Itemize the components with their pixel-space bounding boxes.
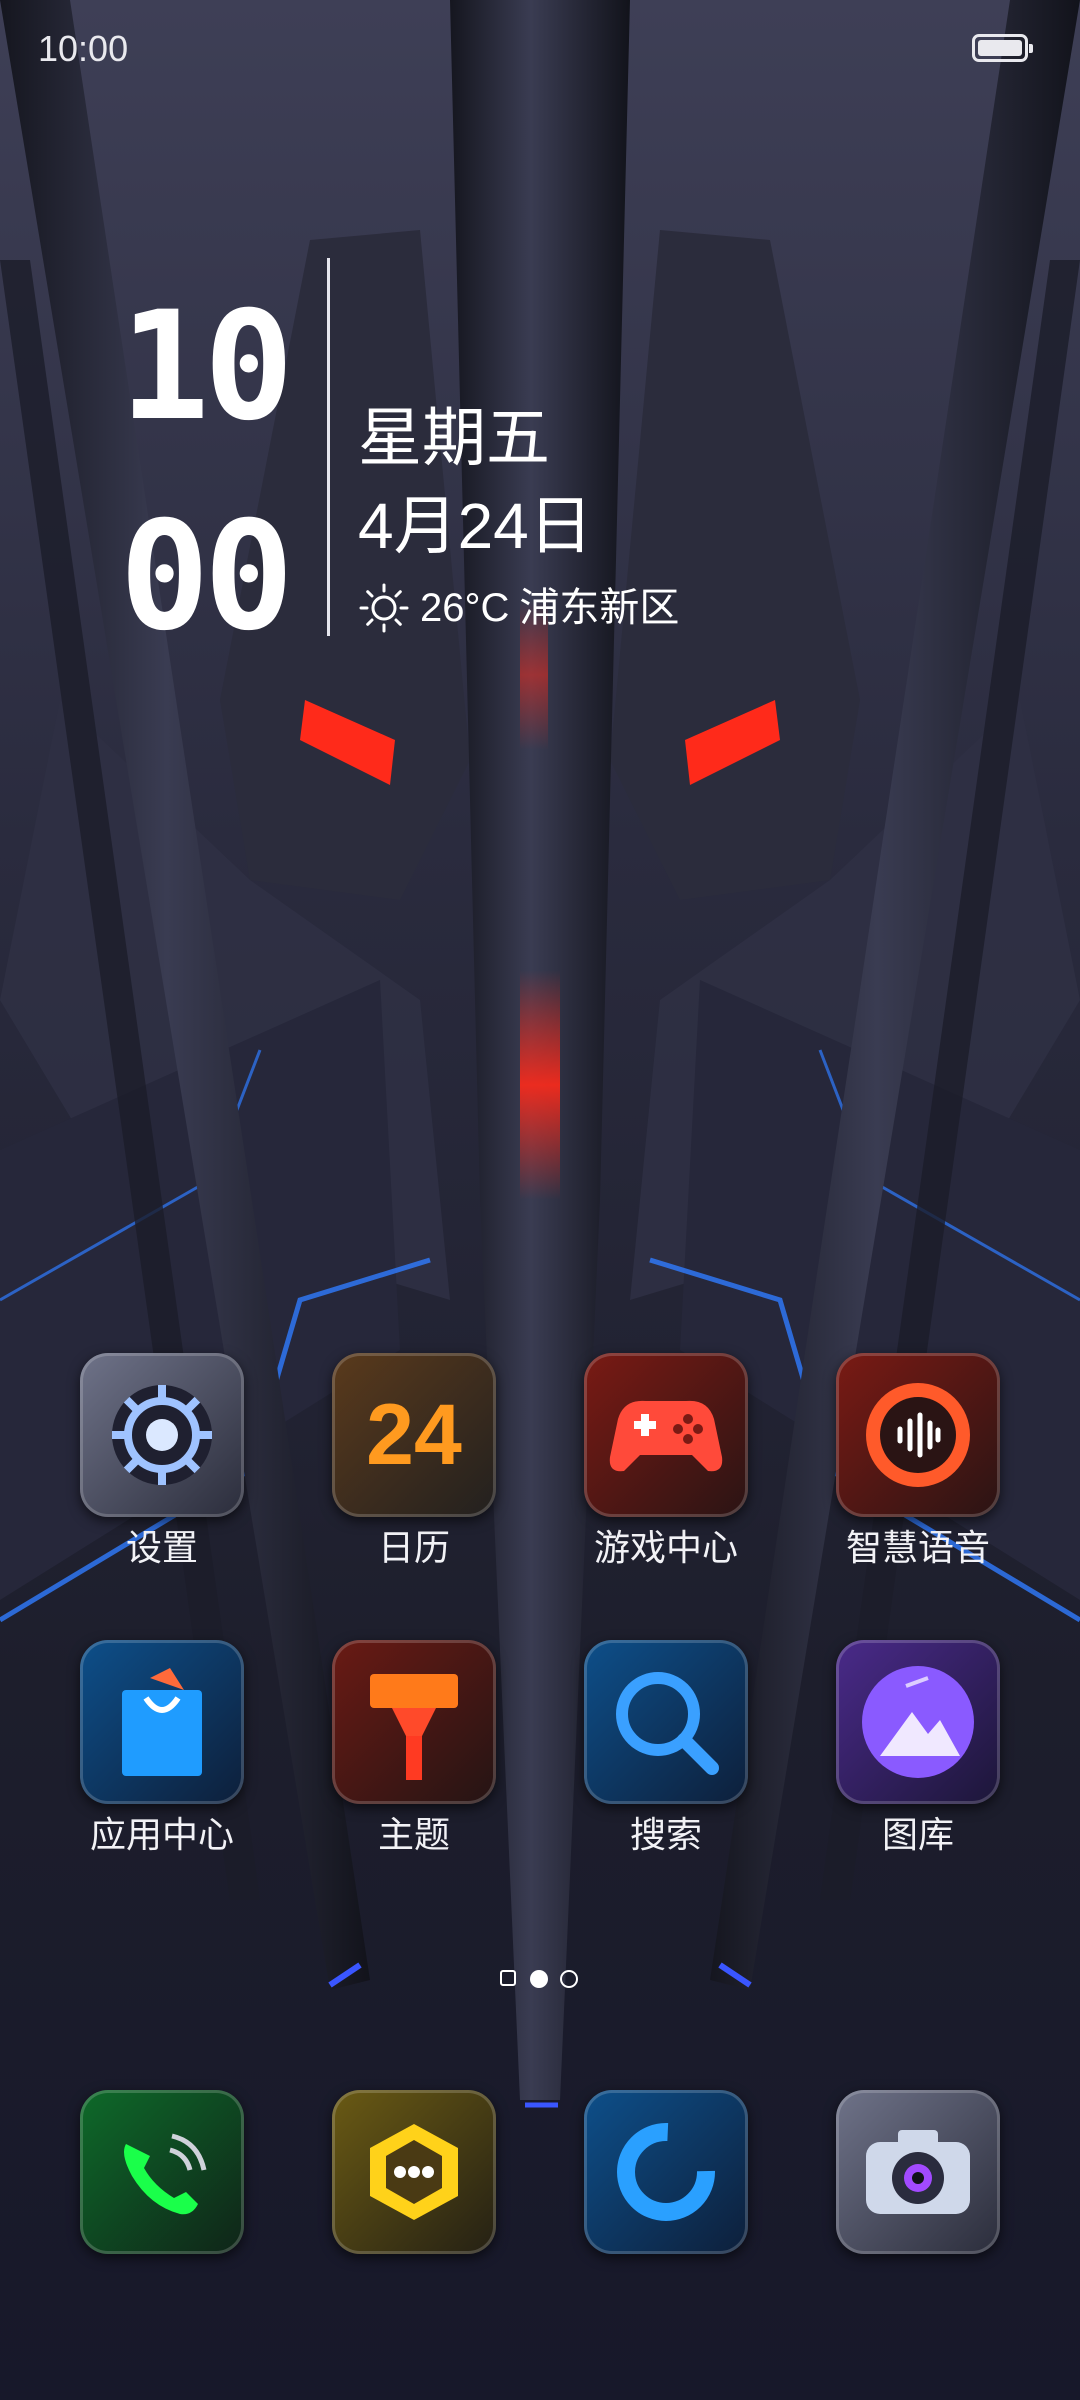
- app-themes[interactable]: 主题: [304, 1640, 524, 1858]
- location: 浦东新区: [519, 586, 680, 630]
- app-voice-assistant[interactable]: 智慧语音: [808, 1353, 1028, 1571]
- app-label: 应用中心: [89, 1814, 234, 1855]
- status-time: 10:00: [38, 28, 129, 69]
- app-settings[interactable]: 设置: [52, 1353, 272, 1571]
- temperature: 26°C: [420, 586, 510, 630]
- app-calendar[interactable]: 24 日历: [304, 1353, 524, 1571]
- gallery-icon: [836, 1640, 1000, 1804]
- calendar-icon: 24: [332, 1353, 496, 1517]
- theme-brush-icon: [332, 1640, 496, 1804]
- shopping-bag-icon: [80, 1640, 244, 1804]
- app-label: 智慧语音: [845, 1527, 990, 1568]
- dock-messages[interactable]: [304, 2090, 524, 2254]
- app-gallery[interactable]: 图库: [808, 1640, 1028, 1858]
- app-search[interactable]: 搜索: [556, 1640, 776, 1858]
- dock-camera[interactable]: [808, 2090, 1028, 2254]
- app-label: 设置: [125, 1527, 198, 1568]
- phone-icon: [80, 2090, 244, 2254]
- app-label: 游戏中心: [593, 1527, 738, 1568]
- app-label: 图库: [881, 1814, 954, 1855]
- app-app-center[interactable]: 应用中心: [52, 1640, 272, 1858]
- gear-icon: [80, 1353, 244, 1517]
- date-weather-block: 星期五 4月24日 26°C 浦东新区: [358, 398, 679, 638]
- app-label: 主题: [377, 1814, 450, 1855]
- voice-assistant-icon: [836, 1353, 1000, 1517]
- sun-icon: [359, 583, 409, 633]
- search-icon: [584, 1640, 748, 1804]
- browser-icon: [584, 2090, 748, 2254]
- app-label: 日历: [377, 1527, 450, 1568]
- clock-hours: 10: [119, 280, 294, 454]
- weather-row[interactable]: 26°C 浦东新区: [358, 578, 679, 638]
- calendar-day: 24: [366, 1387, 462, 1483]
- status-bar: 10:00: [0, 0, 1080, 100]
- gamepad-icon: [584, 1353, 748, 1517]
- dock-browser[interactable]: [556, 2090, 776, 2254]
- date-label: 4月24日: [358, 490, 593, 562]
- clock-minutes: 00: [119, 490, 294, 664]
- messages-icon: [332, 2090, 496, 2254]
- dock-phone[interactable]: [52, 2090, 272, 2254]
- clock-digits: 10 00: [98, 262, 294, 682]
- camera-icon: [836, 2090, 1000, 2254]
- clock-divider: [327, 258, 330, 636]
- weekday-label: 星期五: [358, 402, 550, 474]
- app-game-center[interactable]: 游戏中心: [556, 1353, 776, 1571]
- app-label: 搜索: [629, 1814, 702, 1855]
- battery-icon: [972, 34, 1033, 62]
